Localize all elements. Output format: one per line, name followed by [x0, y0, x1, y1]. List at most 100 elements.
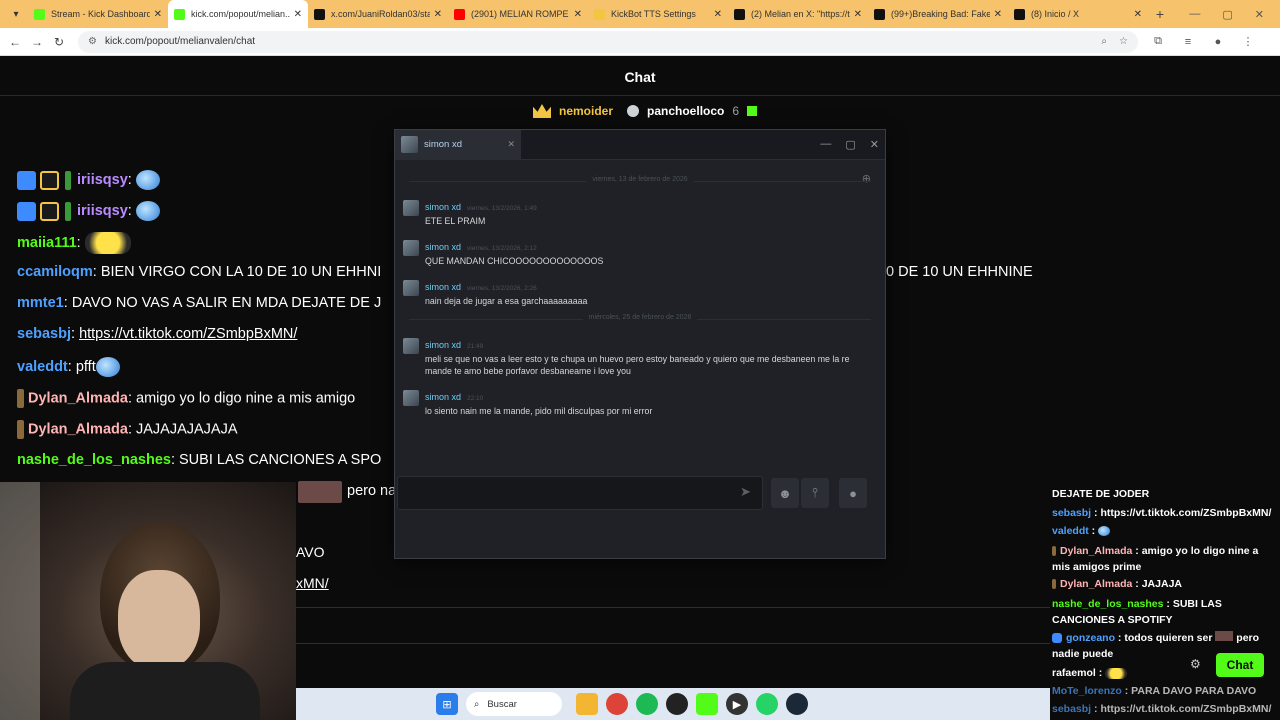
browser-tab-active[interactable]: kick.com/popout/melian... ✕ — [168, 0, 308, 28]
chat-text: BIEN VIRGO CON LA 10 DE 10 UN EHHNI — [100, 264, 382, 280]
close-tab-icon[interactable]: ✕ — [854, 9, 862, 20]
gift-badge-icon — [17, 389, 24, 408]
media-player-icon[interactable]: ▶ — [726, 693, 748, 715]
chat-message: iriisqsy: — [17, 201, 160, 221]
day-separator: viernes, 13 de febrero de 2026 — [409, 176, 871, 186]
globe-emote-icon — [135, 201, 160, 221]
friend-avatar — [403, 200, 419, 216]
steam-message-input[interactable]: ➤ — [397, 476, 763, 510]
close-window-icon[interactable]: ✕ — [870, 138, 879, 151]
chat-text: JAJAJAJAJAJA — [136, 421, 238, 438]
send-icon[interactable]: ➤ — [740, 484, 751, 500]
chat-username[interactable]: maiia111 — [17, 235, 77, 251]
chat-message: maiia111: — [17, 232, 131, 254]
chat-username[interactable]: mmte1 — [17, 295, 64, 311]
chat-username[interactable]: nashe_de_los_nashes — [17, 452, 171, 468]
close-tab-icon[interactable]: ✕ — [1134, 9, 1142, 20]
kick-app-icon[interactable] — [696, 693, 718, 715]
close-tab-icon[interactable]: ✕ — [434, 9, 442, 20]
spotify-icon[interactable] — [636, 693, 658, 715]
file-explorer-icon[interactable] — [576, 693, 598, 715]
chat-username[interactable]: iriisqsy — [77, 172, 128, 188]
chat-message: sebasbj: https://vt.tiktok.com/ZSmbpBxMN… — [17, 326, 298, 342]
sender-name[interactable]: simon xd — [425, 242, 461, 252]
browser-tab[interactable]: (2901) MELIAN ROMPE el ✕ — [448, 0, 588, 28]
friend-avatar — [403, 240, 419, 256]
message-timestamp: viernes, 13/2/2026, 2:26 — [467, 285, 537, 292]
voice-button-icon[interactable]: ● — [839, 478, 867, 508]
browser-tab[interactable]: (2) Melian en X: "https://t ✕ — [728, 0, 868, 28]
chat-username[interactable]: sebasbj — [17, 326, 71, 342]
steam-chat-tab[interactable]: simon xd ✕ — [395, 129, 521, 160]
chat-username[interactable]: valeddt — [17, 359, 68, 375]
bookmark-star-icon[interactable]: ☆ — [1119, 36, 1128, 47]
close-chat-tab-icon[interactable]: ✕ — [507, 139, 515, 150]
browser-tab[interactable]: (8) Inicio / X ✕ — [1008, 0, 1148, 28]
chat-message: mmte1: DAVO NO VAS A SALIR EN MDA DEJATE… — [17, 295, 382, 311]
close-window-icon[interactable]: ✕ — [1255, 8, 1264, 21]
gifter-name[interactable]: nemoider — [559, 104, 613, 118]
close-tab-icon[interactable]: ✕ — [154, 9, 162, 20]
whatsapp-icon[interactable] — [756, 693, 778, 715]
sender-name[interactable]: simon xd — [425, 282, 461, 292]
chat-link[interactable]: https://vt.tiktok.com/ZSmbpBxMN/ — [79, 326, 297, 342]
close-tab-icon[interactable]: ✕ — [994, 9, 1002, 20]
crown-badge-icon — [40, 201, 59, 221]
chat-username[interactable]: Dylan_Almada — [28, 421, 128, 437]
profile-avatar-icon[interactable]: ● — [1208, 36, 1228, 48]
friend-avatar — [403, 338, 419, 354]
chat-username[interactable]: Dylan_Almada — [28, 390, 128, 406]
close-tab-icon[interactable]: ✕ — [294, 9, 302, 20]
gifter-name[interactable]: panchoelloco — [647, 104, 724, 118]
browser-tab[interactable]: (99+)Breaking Bad: Fake ✕ — [868, 0, 1008, 28]
sender-name[interactable]: simon xd — [425, 392, 461, 402]
chat-username[interactable]: ccamiloqm — [17, 264, 93, 280]
address-bar[interactable]: ⚙ kick.com/popout/melianvalen/chat ⌕ ☆ — [78, 30, 1138, 53]
chat-link-fragment[interactable]: xMN/ — [296, 575, 329, 591]
steam-icon[interactable] — [786, 693, 808, 715]
new-tab-icon[interactable]: + — [1148, 6, 1172, 22]
zoom-icon[interactable]: ⌕ — [1101, 36, 1107, 47]
forward-icon[interactable]: → — [26, 35, 48, 49]
taskbar-search[interactable]: ⌕ Buscar — [466, 692, 562, 716]
media-control-icon[interactable]: ≡ — [1178, 36, 1198, 48]
obs-icon[interactable] — [666, 693, 688, 715]
reload-icon[interactable]: ↻ — [48, 35, 70, 49]
browser-tab[interactable]: x.com/JuaniRoldan03/sta ✕ — [308, 0, 448, 28]
sender-name[interactable]: simon xd — [425, 202, 461, 212]
steam-message: simon xd 22:10 lo siento nain me la mande… — [403, 390, 863, 420]
tiktok-favicon-icon — [874, 8, 885, 20]
minimize-icon[interactable]: — — [1189, 8, 1200, 21]
minimize-icon[interactable]: — — [820, 138, 831, 151]
back-icon[interactable]: ← — [4, 35, 26, 49]
close-tab-icon[interactable]: ✕ — [574, 9, 582, 20]
tab-search-dropdown-icon[interactable]: ▾ — [4, 4, 28, 24]
chat-message: Dylan_Almada: amigo yo lo digo nine a mi… — [17, 389, 355, 408]
minion-emote-icon — [84, 232, 131, 254]
chat-settings-gear-icon[interactable]: ⚙ — [1190, 657, 1201, 671]
chat-username[interactable]: iriisqsy — [77, 203, 128, 219]
globe-emote-icon — [95, 357, 120, 377]
stream-chat-overlay: DEJATE DE JODER sebasbj : https://vt.tik… — [1050, 488, 1280, 720]
windows-start-icon[interactable]: ⊞ — [436, 693, 458, 715]
sender-name[interactable]: simon xd — [425, 340, 461, 350]
emoticon-button-icon[interactable]: ☻ — [771, 478, 799, 508]
chrome-icon[interactable] — [606, 693, 628, 715]
steam-message: simon xd viernes, 13/2/2026, 1:49 ETE EL … — [403, 200, 863, 230]
browser-tab[interactable]: Stream - Kick Dashboard ✕ — [28, 0, 168, 28]
chat-text: DAVO NO VAS A SALIR EN MDA DEJATE DE J — [71, 295, 382, 311]
browser-tab[interactable]: KickBot TTS Settings ✕ — [588, 0, 728, 28]
send-chat-button[interactable]: Chat — [1216, 653, 1264, 677]
site-info-icon[interactable]: ⚙ — [88, 36, 97, 47]
maximize-icon[interactable]: ▢ — [845, 138, 855, 151]
maximize-icon[interactable]: ▢ — [1222, 8, 1232, 21]
extensions-icon[interactable]: ⧉ — [1148, 35, 1168, 48]
message-text: nain deja de jugar a esa garchaaaaaaaaa — [425, 296, 588, 306]
menu-icon[interactable]: ⋮ — [1238, 35, 1258, 48]
top-gifters-bar: nemoider panchoelloco 6 — [533, 104, 758, 118]
overlay-line: Dylan_Almada : JAJAJA — [1052, 578, 1182, 590]
close-tab-icon[interactable]: ✕ — [714, 9, 722, 20]
attach-button-icon[interactable]: ⫯ — [801, 478, 829, 508]
message-text: lo siento nain me la mande, pido mil dis… — [425, 406, 653, 416]
chat-text: SUBI LAS CANCIONES A SPO — [179, 452, 382, 468]
